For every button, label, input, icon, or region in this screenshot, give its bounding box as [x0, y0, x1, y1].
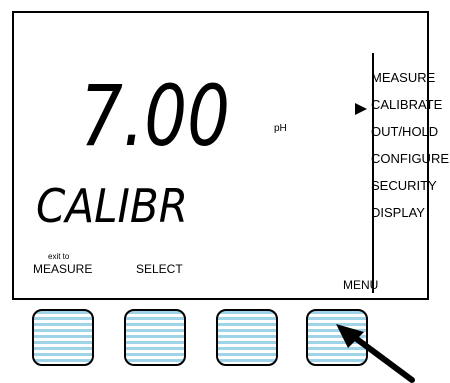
menu-item-measure: MEASURE [371, 70, 436, 85]
mode-text: CALIBR [36, 179, 188, 233]
mode-display: CALIBR [36, 179, 188, 233]
menu-item-display: DISPLAY [371, 205, 425, 220]
menu-item-out-hold: OUT/HOLD [371, 124, 439, 139]
softkey4-label: MENU [343, 278, 379, 292]
menu-item-configure: CONFIGURE [371, 151, 449, 166]
softkey1-label: MEASURE [33, 262, 93, 276]
softkey2-label: SELECT [136, 262, 183, 276]
triangle-right-icon [355, 103, 367, 115]
reading-value: 7.00 [80, 67, 230, 153]
menu-divider [372, 53, 374, 293]
menu-item-security: SECURITY [371, 178, 437, 193]
softkey-2-button[interactable] [124, 309, 186, 366]
menu-item-calibrate: CALIBRATE [371, 97, 443, 112]
softkey1-sublabel: exit to [48, 252, 70, 261]
lcd-screen [12, 11, 429, 300]
arrow-pointing-icon [336, 324, 415, 383]
unit-label: pH [274, 123, 287, 134]
reading-display: 7.00 [80, 67, 230, 153]
softkey-3-button[interactable] [216, 309, 278, 366]
softkey-1-button[interactable] [32, 309, 94, 366]
